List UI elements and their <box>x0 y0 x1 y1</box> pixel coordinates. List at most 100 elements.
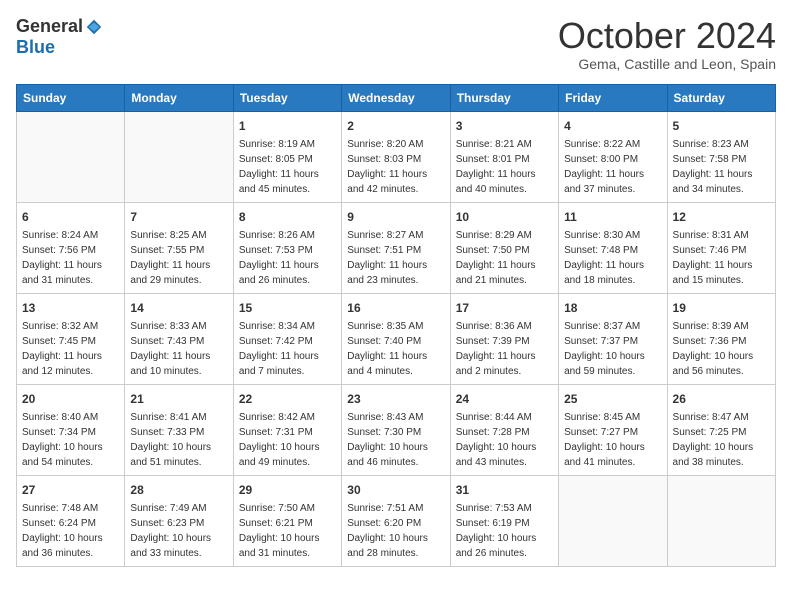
calendar-day-cell: 22 Sunrise: 8:42 AM Sunset: 7:31 PM Dayli… <box>233 384 341 475</box>
day-number: 12 <box>673 208 770 226</box>
calendar-header: SundayMondayTuesdayWednesdayThursdayFrid… <box>17 84 776 111</box>
day-info: Sunrise: 8:27 AM Sunset: 7:51 PM Dayligh… <box>347 228 444 288</box>
weekday-header: Tuesday <box>233 84 341 111</box>
calendar-day-cell: 4 Sunrise: 8:22 AM Sunset: 8:00 PM Daylig… <box>559 111 667 202</box>
calendar-day-cell: 1 Sunrise: 8:19 AM Sunset: 8:05 PM Daylig… <box>233 111 341 202</box>
day-number: 28 <box>130 481 227 499</box>
day-number: 25 <box>564 390 661 408</box>
day-number: 19 <box>673 299 770 317</box>
calendar-day-cell: 24Sunrise: 8:44 AM Sunset: 7:28 PM Dayli… <box>450 384 558 475</box>
calendar-day-cell: 6Sunrise: 8:24 AM Sunset: 7:56 PM Daylig… <box>17 202 125 293</box>
weekday-header: Monday <box>125 84 233 111</box>
day-number: 26 <box>673 390 770 408</box>
calendar-day-cell: 3 Sunrise: 8:21 AM Sunset: 8:01 PM Daylig… <box>450 111 558 202</box>
day-info: Sunrise: 8:22 AM Sunset: 8:00 PM Dayligh… <box>564 137 661 197</box>
calendar-day-cell <box>125 111 233 202</box>
day-number: 4 <box>564 117 661 135</box>
day-info: Sunrise: 8:25 AM Sunset: 7:55 PM Dayligh… <box>130 228 227 288</box>
day-info: Sunrise: 8:32 AM Sunset: 7:45 PM Dayligh… <box>22 319 119 379</box>
calendar-day-cell <box>17 111 125 202</box>
day-info: Sunrise: 8:42 AM Sunset: 7:31 PM Dayligh… <box>239 410 336 470</box>
header: General Blue October 2024 Gema, Castille… <box>16 16 776 72</box>
weekday-header: Thursday <box>450 84 558 111</box>
day-info: Sunrise: 8:47 AM Sunset: 7:25 PM Dayligh… <box>673 410 770 470</box>
day-number: 1 <box>239 117 336 135</box>
calendar-week-row: 6Sunrise: 8:24 AM Sunset: 7:56 PM Daylig… <box>17 202 776 293</box>
calendar-day-cell: 27Sunrise: 7:48 AM Sunset: 6:24 PM Dayli… <box>17 475 125 566</box>
day-info: Sunrise: 8:41 AM Sunset: 7:33 PM Dayligh… <box>130 410 227 470</box>
weekday-header: Saturday <box>667 84 775 111</box>
day-info: Sunrise: 8:23 AM Sunset: 7:58 PM Dayligh… <box>673 137 770 197</box>
title-section: October 2024 Gema, Castille and Leon, Sp… <box>558 16 776 72</box>
day-number: 2 <box>347 117 444 135</box>
day-number: 21 <box>130 390 227 408</box>
day-number: 10 <box>456 208 553 226</box>
calendar-day-cell: 25 Sunrise: 8:45 AM Sunset: 7:27 PM Dayli… <box>559 384 667 475</box>
day-info: Sunrise: 8:29 AM Sunset: 7:50 PM Dayligh… <box>456 228 553 288</box>
weekday-header: Wednesday <box>342 84 450 111</box>
day-number: 9 <box>347 208 444 226</box>
calendar-day-cell <box>667 475 775 566</box>
month-title: October 2024 <box>558 16 776 56</box>
day-number: 5 <box>673 117 770 135</box>
day-number: 7 <box>130 208 227 226</box>
day-info: Sunrise: 8:19 AM Sunset: 8:05 PM Dayligh… <box>239 137 336 197</box>
day-number: 23 <box>347 390 444 408</box>
calendar-day-cell: 20 Sunrise: 8:40 AM Sunset: 7:34 PM Dayli… <box>17 384 125 475</box>
day-info: Sunrise: 8:26 AM Sunset: 7:53 PM Dayligh… <box>239 228 336 288</box>
day-number: 20 <box>22 390 119 408</box>
logo: General Blue <box>16 16 103 58</box>
day-number: 8 <box>239 208 336 226</box>
day-number: 14 <box>130 299 227 317</box>
day-number: 11 <box>564 208 661 226</box>
calendar-table: SundayMondayTuesdayWednesdayThursdayFrid… <box>16 84 776 567</box>
day-number: 27 <box>22 481 119 499</box>
calendar-day-cell: 15 Sunrise: 8:34 AM Sunset: 7:42 PM Dayli… <box>233 293 341 384</box>
day-number: 3 <box>456 117 553 135</box>
day-number: 17 <box>456 299 553 317</box>
day-info: Sunrise: 8:35 AM Sunset: 7:40 PM Dayligh… <box>347 319 444 379</box>
logo-general-text: General <box>16 16 83 37</box>
day-info: Sunrise: 8:44 AM Sunset: 7:28 PM Dayligh… <box>456 410 553 470</box>
day-number: 30 <box>347 481 444 499</box>
calendar-day-cell: 14Sunrise: 8:33 AM Sunset: 7:43 PM Dayli… <box>125 293 233 384</box>
calendar-day-cell: 13 Sunrise: 8:32 AM Sunset: 7:45 PM Dayli… <box>17 293 125 384</box>
day-info: Sunrise: 8:34 AM Sunset: 7:42 PM Dayligh… <box>239 319 336 379</box>
weekday-header: Friday <box>559 84 667 111</box>
day-info: Sunrise: 8:21 AM Sunset: 8:01 PM Dayligh… <box>456 137 553 197</box>
day-info: Sunrise: 8:45 AM Sunset: 7:27 PM Dayligh… <box>564 410 661 470</box>
calendar-day-cell: 9 Sunrise: 8:27 AM Sunset: 7:51 PM Daylig… <box>342 202 450 293</box>
calendar-day-cell: 18 Sunrise: 8:37 AM Sunset: 7:37 PM Dayli… <box>559 293 667 384</box>
day-number: 16 <box>347 299 444 317</box>
calendar-day-cell: 16 Sunrise: 8:35 AM Sunset: 7:40 PM Dayli… <box>342 293 450 384</box>
day-info: Sunrise: 8:40 AM Sunset: 7:34 PM Dayligh… <box>22 410 119 470</box>
calendar-day-cell: 2 Sunrise: 8:20 AM Sunset: 8:03 PM Daylig… <box>342 111 450 202</box>
day-info: Sunrise: 7:51 AM Sunset: 6:20 PM Dayligh… <box>347 501 444 561</box>
day-number: 22 <box>239 390 336 408</box>
calendar-day-cell: 19 Sunrise: 8:39 AM Sunset: 7:36 PM Dayli… <box>667 293 775 384</box>
weekday-header: Sunday <box>17 84 125 111</box>
day-info: Sunrise: 8:39 AM Sunset: 7:36 PM Dayligh… <box>673 319 770 379</box>
day-info: Sunrise: 8:43 AM Sunset: 7:30 PM Dayligh… <box>347 410 444 470</box>
weekday-row: SundayMondayTuesdayWednesdayThursdayFrid… <box>17 84 776 111</box>
calendar-day-cell: 30 Sunrise: 7:51 AM Sunset: 6:20 PM Dayli… <box>342 475 450 566</box>
calendar-day-cell: 7 Sunrise: 8:25 AM Sunset: 7:55 PM Daylig… <box>125 202 233 293</box>
day-number: 29 <box>239 481 336 499</box>
day-info: Sunrise: 8:31 AM Sunset: 7:46 PM Dayligh… <box>673 228 770 288</box>
day-info: Sunrise: 8:37 AM Sunset: 7:37 PM Dayligh… <box>564 319 661 379</box>
day-number: 15 <box>239 299 336 317</box>
day-info: Sunrise: 8:20 AM Sunset: 8:03 PM Dayligh… <box>347 137 444 197</box>
calendar-week-row: 13 Sunrise: 8:32 AM Sunset: 7:45 PM Dayli… <box>17 293 776 384</box>
calendar-day-cell: 17Sunrise: 8:36 AM Sunset: 7:39 PM Dayli… <box>450 293 558 384</box>
calendar-week-row: 20 Sunrise: 8:40 AM Sunset: 7:34 PM Dayli… <box>17 384 776 475</box>
logo-blue-text: Blue <box>16 37 55 58</box>
calendar-day-cell: 23 Sunrise: 8:43 AM Sunset: 7:30 PM Dayli… <box>342 384 450 475</box>
day-info: Sunrise: 8:30 AM Sunset: 7:48 PM Dayligh… <box>564 228 661 288</box>
calendar-day-cell: 31Sunrise: 7:53 AM Sunset: 6:19 PM Dayli… <box>450 475 558 566</box>
calendar-day-cell: 21 Sunrise: 8:41 AM Sunset: 7:33 PM Dayli… <box>125 384 233 475</box>
calendar-body: 1 Sunrise: 8:19 AM Sunset: 8:05 PM Daylig… <box>17 111 776 566</box>
calendar-day-cell: 8 Sunrise: 8:26 AM Sunset: 7:53 PM Daylig… <box>233 202 341 293</box>
day-number: 13 <box>22 299 119 317</box>
calendar-day-cell: 5 Sunrise: 8:23 AM Sunset: 7:58 PM Daylig… <box>667 111 775 202</box>
day-number: 18 <box>564 299 661 317</box>
